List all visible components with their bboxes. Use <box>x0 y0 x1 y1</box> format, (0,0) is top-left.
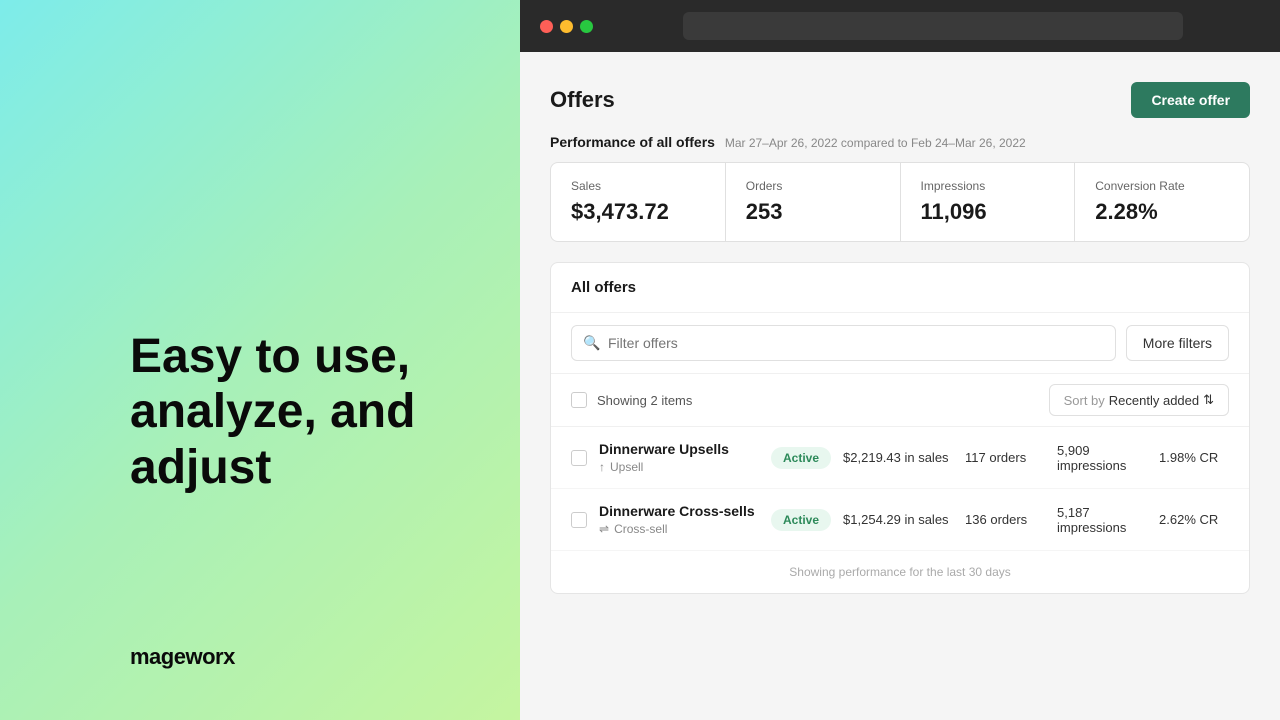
stat-label: Sales <box>571 179 705 193</box>
offer-type-icon: ⇌ <box>599 522 609 536</box>
address-bar[interactable] <box>683 12 1183 40</box>
page-title: Offers <box>550 87 615 113</box>
minimize-button[interactable] <box>560 20 573 33</box>
sort-value: Recently added <box>1109 393 1199 408</box>
stat-value: 11,096 <box>921 199 1055 225</box>
stats-grid: Sales $3,473.72 Orders 253 Impressions 1… <box>550 162 1250 242</box>
stat-value: 2.28% <box>1095 199 1229 225</box>
performance-section: Performance of all offers Mar 27–Apr 26,… <box>550 134 1250 262</box>
status-badge: Active <box>771 509 831 531</box>
stat-value: 253 <box>746 199 880 225</box>
offer-type-label: Upsell <box>610 460 643 474</box>
status-badge: Active <box>771 447 831 469</box>
showing-items: Showing 2 items <box>571 392 692 408</box>
offer-info: Dinnerware Cross-sells ⇌ Cross-sell <box>599 503 759 536</box>
browser-chrome <box>520 0 1280 52</box>
sort-button[interactable]: Sort by Recently added ⇅ <box>1049 384 1229 416</box>
offer-sales: $2,219.43 in sales <box>843 450 953 465</box>
select-all-checkbox[interactable] <box>571 392 587 408</box>
sort-by-label: Sort by <box>1064 393 1105 408</box>
offer-impressions: 5,187 impressions <box>1057 505 1147 535</box>
browser-window: Offers Create offer Performance of all o… <box>520 0 1280 720</box>
stat-value: $3,473.72 <box>571 199 705 225</box>
stat-card: Conversion Rate 2.28% <box>1075 163 1249 241</box>
search-input[interactable] <box>571 325 1116 361</box>
offer-orders: 117 orders <box>965 450 1045 465</box>
footer-note: Showing performance for the last 30 days <box>551 551 1249 593</box>
browser-content: Offers Create offer Performance of all o… <box>520 52 1280 720</box>
row-checkbox[interactable] <box>571 512 587 528</box>
row-checkbox[interactable] <box>571 450 587 466</box>
offer-orders: 136 orders <box>965 512 1045 527</box>
table-controls: Showing 2 items Sort by Recently added ⇅ <box>551 374 1249 427</box>
stat-card: Impressions 11,096 <box>901 163 1075 241</box>
search-wrapper: 🔍 <box>571 325 1116 361</box>
page-header: Offers Create offer <box>550 82 1250 118</box>
offer-impressions: 5,909 impressions <box>1057 443 1147 473</box>
all-offers-title: All offers <box>551 263 1249 313</box>
filter-bar: 🔍 More filters <box>551 313 1249 374</box>
performance-date: Mar 27–Apr 26, 2022 compared to Feb 24–M… <box>725 136 1026 150</box>
create-offer-button[interactable]: Create offer <box>1131 82 1250 118</box>
stat-label: Orders <box>746 179 880 193</box>
offer-type: ⇌ Cross-sell <box>599 522 759 536</box>
all-offers-section: All offers 🔍 More filters Showing 2 item… <box>550 262 1250 594</box>
stat-card: Sales $3,473.72 <box>551 163 725 241</box>
stat-label: Impressions <box>921 179 1055 193</box>
table-row: Dinnerware Upsells ↑ Upsell Active $2,21… <box>551 427 1249 489</box>
traffic-lights <box>540 20 593 33</box>
table-row: Dinnerware Cross-sells ⇌ Cross-sell Acti… <box>551 489 1249 551</box>
offer-type-icon: ↑ <box>599 460 605 474</box>
performance-header: Performance of all offers Mar 27–Apr 26,… <box>550 134 1250 150</box>
sort-chevron-icon: ⇅ <box>1203 392 1214 408</box>
search-icon: 🔍 <box>583 335 600 352</box>
offer-name: Dinnerware Upsells <box>599 441 759 457</box>
offer-name: Dinnerware Cross-sells <box>599 503 759 519</box>
more-filters-button[interactable]: More filters <box>1126 325 1229 361</box>
offer-cr: 2.62% CR <box>1159 512 1229 527</box>
headline: Easy to use, analyze, and adjust <box>130 329 470 495</box>
offer-list: Dinnerware Upsells ↑ Upsell Active $2,21… <box>551 427 1249 551</box>
maximize-button[interactable] <box>580 20 593 33</box>
stat-label: Conversion Rate <box>1095 179 1229 193</box>
offer-cr: 1.98% CR <box>1159 450 1229 465</box>
stat-card: Orders 253 <box>726 163 900 241</box>
offer-info: Dinnerware Upsells ↑ Upsell <box>599 441 759 474</box>
left-panel: Easy to use, analyze, and adjust magewor… <box>0 0 520 720</box>
brand-logo: mageworx <box>130 644 470 670</box>
close-button[interactable] <box>540 20 553 33</box>
offer-type-label: Cross-sell <box>614 522 667 536</box>
offer-type: ↑ Upsell <box>599 460 759 474</box>
offer-sales: $1,254.29 in sales <box>843 512 953 527</box>
